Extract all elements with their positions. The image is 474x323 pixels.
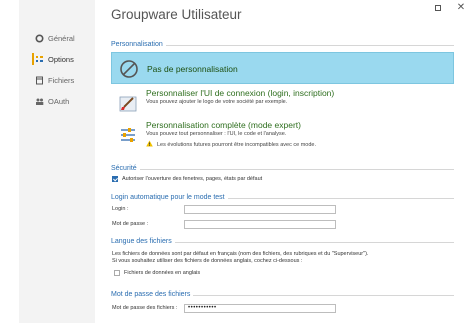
- english-files-checkbox[interactable]: [114, 270, 120, 276]
- sidebar: Général Options Fichiers OAuth: [19, 0, 95, 323]
- option-title: Personnaliser l'UI de connexion (login, …: [146, 88, 335, 98]
- section-langue: Langue des fichiers: [111, 237, 454, 247]
- option-customize-login[interactable]: Personnaliser l'UI de connexion (login, …: [111, 88, 454, 118]
- login-input[interactable]: [184, 205, 336, 214]
- sidebar-item-label: Général: [48, 33, 75, 43]
- options-icon: [34, 54, 44, 64]
- section-securite: Sécurité: [111, 164, 454, 174]
- langue-description-1: Les fichiers de données sont par défaut …: [112, 251, 369, 257]
- option-subtitle: Vous pouvez ajouter le logo de votre soc…: [146, 99, 288, 105]
- brush-icon: [118, 94, 138, 119]
- option-full-customization[interactable]: Personnalisation complète (mode expert) …: [111, 120, 454, 160]
- settings-window: ✕ Général Options Fichiers OAuth Groupwa…: [0, 0, 474, 323]
- section-mot-de-passe: Mot de passe des fichiers: [111, 290, 454, 300]
- password-input[interactable]: [184, 220, 336, 229]
- security-checkbox[interactable]: [112, 176, 118, 182]
- warning-text: Les évolutions futures pourront être inc…: [157, 141, 316, 148]
- sidebar-item-label: Fichiers: [48, 75, 75, 85]
- section-title: Personnalisation: [111, 40, 166, 50]
- sidebar-item-label: Options: [48, 54, 74, 64]
- circle-icon: [34, 33, 44, 43]
- sidebar-item-fichiers[interactable]: Fichiers: [34, 73, 74, 87]
- option-subtitle: Vous pouvez tout personnaliser : l'UI, l…: [146, 131, 287, 137]
- password-label: Mot de passe :: [112, 221, 149, 227]
- section-title: Langue des fichiers: [111, 237, 175, 247]
- sidebar-item-label: OAuth: [48, 96, 70, 106]
- users-icon: [34, 96, 44, 106]
- section-login: Login automatique pour le mode test: [111, 193, 454, 203]
- warning-icon: [146, 140, 153, 149]
- file-password-input[interactable]: •••••••••••: [184, 304, 336, 313]
- main-panel: Groupware Utilisateur Personnalisation P…: [95, 0, 474, 323]
- option-warning: Les évolutions futures pourront être inc…: [146, 140, 316, 149]
- security-checkbox-label: Autoriser l'ouverture des fenetres, page…: [122, 176, 263, 182]
- option-title: Personnalisation complète (mode expert): [146, 120, 301, 130]
- page-title: Groupware Utilisateur: [111, 7, 242, 22]
- sliders-icon: [118, 125, 138, 150]
- english-files-label: Fichiers de données en anglais: [124, 270, 201, 276]
- section-title: Login automatique pour le mode test: [111, 193, 228, 203]
- file-icon: [34, 75, 44, 85]
- langue-description-2: Si vous souhaitez utiliser des fichiers …: [112, 258, 303, 264]
- option-no-customization[interactable]: Pas de personnalisation: [111, 52, 454, 84]
- section-title: Mot de passe des fichiers: [111, 290, 194, 300]
- sidebar-item-oauth[interactable]: OAuth: [34, 94, 69, 108]
- section-personnalisation: Personnalisation: [111, 40, 454, 50]
- file-password-label: Mot de passe des fichiers :: [112, 305, 178, 311]
- login-label: Login :: [112, 206, 129, 212]
- prohibited-icon: [119, 59, 139, 84]
- option-title: Pas de personnalisation: [147, 64, 238, 74]
- sidebar-item-general[interactable]: Général: [34, 31, 75, 45]
- section-title: Sécurité: [111, 164, 140, 174]
- sidebar-item-options[interactable]: Options: [34, 52, 74, 66]
